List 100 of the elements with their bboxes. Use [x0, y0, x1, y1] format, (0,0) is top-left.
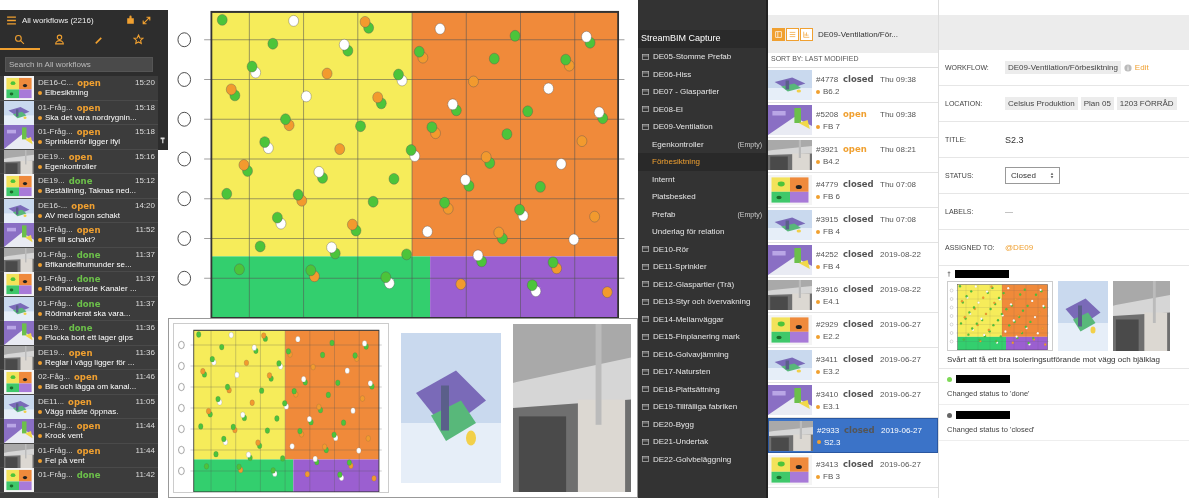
workflow-item[interactable]: 01-Fråg... open 11:44 Krock vent: [0, 419, 158, 444]
workflow-item[interactable]: 02-Fåg... open 11:46 Bils och lägga om kanal...: [0, 370, 158, 395]
hammer-icon[interactable]: [159, 136, 167, 144]
item-time: 11:44: [135, 421, 155, 431]
folder-item[interactable]: DE10-Rör: [638, 240, 766, 258]
folder-item[interactable]: DE14-Mellanväggar: [638, 310, 766, 328]
issue-date: 2019-08-22: [880, 250, 921, 259]
issue-item[interactable]: #2929 closed 2019-06-27 E2.2: [768, 313, 938, 348]
issue-number: #3921: [816, 145, 840, 154]
item-title: 01-Fråg...: [38, 249, 73, 260]
folder-item[interactable]: DE06-Hiss: [638, 65, 766, 83]
workflow-item[interactable]: 01-Fråg... open 15:18 Sprinklerrör ligger ifyl: [0, 125, 158, 150]
workflow-item[interactable]: DE19... done 11:36 Plocka bort ett lager gips: [0, 321, 158, 346]
list-icon: [789, 30, 796, 38]
item-title: 01-Fråg...: [38, 421, 73, 431]
status-dot: [38, 434, 42, 438]
issue-item[interactable]: #4778 closed Thu 09:38 B6.2: [768, 68, 938, 103]
issue-item[interactable]: #3916 closed 2019-08-22 E4.1: [768, 278, 938, 313]
workflow-item[interactable]: 01-Fråg... done 11:37 Rödmarkerade Kanaler ...: [0, 272, 158, 297]
folder-item[interactable]: DE20-Bygg: [638, 415, 766, 433]
workflow-item[interactable]: 01-Fråg... open 11:52 RF till schakt?: [0, 223, 158, 248]
item-time: 11:46: [135, 372, 155, 382]
item-title: DE16-...: [38, 200, 68, 211]
issue-name: FB 4: [823, 227, 840, 236]
issue-item[interactable]: #4779 closed Thu 07:08 FB 6: [768, 173, 938, 208]
field-value: —: [1005, 207, 1013, 216]
value-chip: DE09-Ventilation/Förbesiktning: [1005, 61, 1121, 74]
folder-item[interactable]: DE18-Plattsättning: [638, 380, 766, 398]
issue-number: #4779: [816, 180, 840, 189]
item-title: DE19...: [38, 323, 65, 333]
folder-item[interactable]: DE07 - Glaspartier: [638, 83, 766, 101]
issue-date: 2019-08-22: [880, 285, 921, 294]
workflow-item[interactable]: 01-Fråg... open 11:44 Fel på vent: [0, 443, 158, 468]
item-title: 01-Fråg...: [38, 127, 73, 137]
folder-item[interactable]: DE19-Tillfälliga fabriken: [638, 398, 766, 416]
issue-status: closed: [843, 354, 875, 364]
folder-item[interactable]: DE16-Golvavjämning: [638, 345, 766, 363]
workflow-item[interactable]: DE19... done 15:12 Beställning, Taknas ned...: [0, 174, 158, 199]
workflow-item[interactable]: DE16-C... open 15:20 Elbesiktning: [0, 76, 158, 101]
workflow-item[interactable]: DE16-... open 14:20 AV med logon schakt: [0, 198, 158, 223]
item-time: 11:37: [135, 274, 155, 284]
folder-item[interactable]: DE11-Sprinkler: [638, 258, 766, 276]
workflow-item[interactable]: DE19... open 15:16 Egenkontroller: [0, 149, 158, 174]
status-dot: [816, 89, 820, 94]
menu-icon[interactable]: [6, 15, 17, 26]
view-toggle[interactable]: [800, 27, 813, 41]
folder-item[interactable]: DE21-Undertak: [638, 433, 766, 451]
issue-item[interactable]: #4252 closed 2019-08-22 FB 4: [768, 243, 938, 278]
workflow-item[interactable]: 01-Fråg... open 15:18 Ska det vara nordrygnin...: [0, 100, 158, 125]
workflow-item[interactable]: 01-Fråg... done 11:37 Rödmarkerat ska vara...: [0, 296, 158, 321]
issue-number: #4778: [816, 75, 840, 84]
issue-name: FB 6: [823, 192, 840, 201]
folder-item[interactable]: Förbesiktning: [638, 153, 766, 171]
issue-date: Thu 07:08: [880, 180, 917, 189]
view-toggle[interactable]: [772, 27, 785, 41]
workflow-item[interactable]: 01-Fråg... done 11:42: [0, 468, 158, 493]
item-subject: AV med logon schakt: [45, 210, 120, 221]
person-icon: [53, 34, 65, 45]
issue-item[interactable]: #3413 closed 2019-06-27 FB 3: [768, 453, 938, 488]
folder-item[interactable]: DE17-Natursten: [638, 363, 766, 381]
star-icon: [132, 34, 144, 45]
item-time: 15:20: [134, 78, 155, 88]
item-title: 02-Fåg...: [38, 372, 70, 382]
item-status: done: [68, 323, 93, 333]
folder-item[interactable]: Underlag för relation: [638, 223, 766, 241]
view-toggle[interactable]: [786, 27, 799, 41]
status-dot: [38, 140, 42, 144]
list-title: DE09-Ventilation/För...: [818, 29, 899, 39]
expand-icon[interactable]: [141, 15, 152, 26]
workflow-item[interactable]: DE19... open 11:36 Reglar i vägg ligger för ...: [0, 345, 158, 370]
item-title: 01-Fråg...: [38, 274, 73, 284]
folder-item[interactable]: Internt: [638, 170, 766, 188]
issue-item[interactable]: #2933 closed 2019-06-27 S2.3: [768, 418, 938, 453]
folder-item[interactable]: Platsbesked: [638, 188, 766, 206]
workflow-item[interactable]: 01-Fråg... done 11:37 Bfikandelfrumunder se...: [0, 247, 158, 272]
folder-item[interactable]: DE15-Finplanering mark: [638, 328, 766, 346]
search-field[interactable]: Search in All workflows: [5, 57, 153, 72]
issue-item[interactable]: #5208 open Thu 09:38 FB 7: [768, 103, 938, 138]
status-dot: [816, 369, 820, 374]
status-dot: [38, 287, 42, 291]
value-chip: Plan 05: [1080, 97, 1114, 110]
item-time: 11:36: [135, 347, 155, 358]
folder-item[interactable]: DE05-Stomme Prefab: [638, 48, 766, 66]
folder-icon: [642, 403, 649, 410]
issue-item[interactable]: #3921 open Thu 08:21 B4.2: [768, 138, 938, 173]
folder-item[interactable]: DE12-Glaspartier (Trä): [638, 275, 766, 293]
folder-item[interactable]: DE22-Golvbeläggning: [638, 450, 766, 468]
item-subject: Rödmarkerade Kanaler ...: [45, 284, 137, 294]
item-subject: RF till schakt?: [45, 235, 96, 245]
issue-item[interactable]: #3410 closed 2019-06-27 E3.1: [768, 383, 938, 418]
status-select[interactable]: Closed: [1005, 167, 1060, 184]
folder-item[interactable]: DE08-El: [638, 100, 766, 118]
folder-item[interactable]: DE13-Styr och övervakning: [638, 293, 766, 311]
folder-item[interactable]: DE09-Ventilation: [638, 118, 766, 136]
folder-icon: [642, 263, 649, 270]
issue-item[interactable]: #3411 closed 2019-06-27 E3.2: [768, 348, 938, 383]
issue-status: closed: [843, 389, 875, 399]
status-dot: [38, 189, 42, 193]
issue-item[interactable]: #3915 closed Thu 07:08 FB 4: [768, 208, 938, 243]
workflow-item[interactable]: DE11... open 11:05 Vägg måste öppnas.: [0, 394, 158, 419]
